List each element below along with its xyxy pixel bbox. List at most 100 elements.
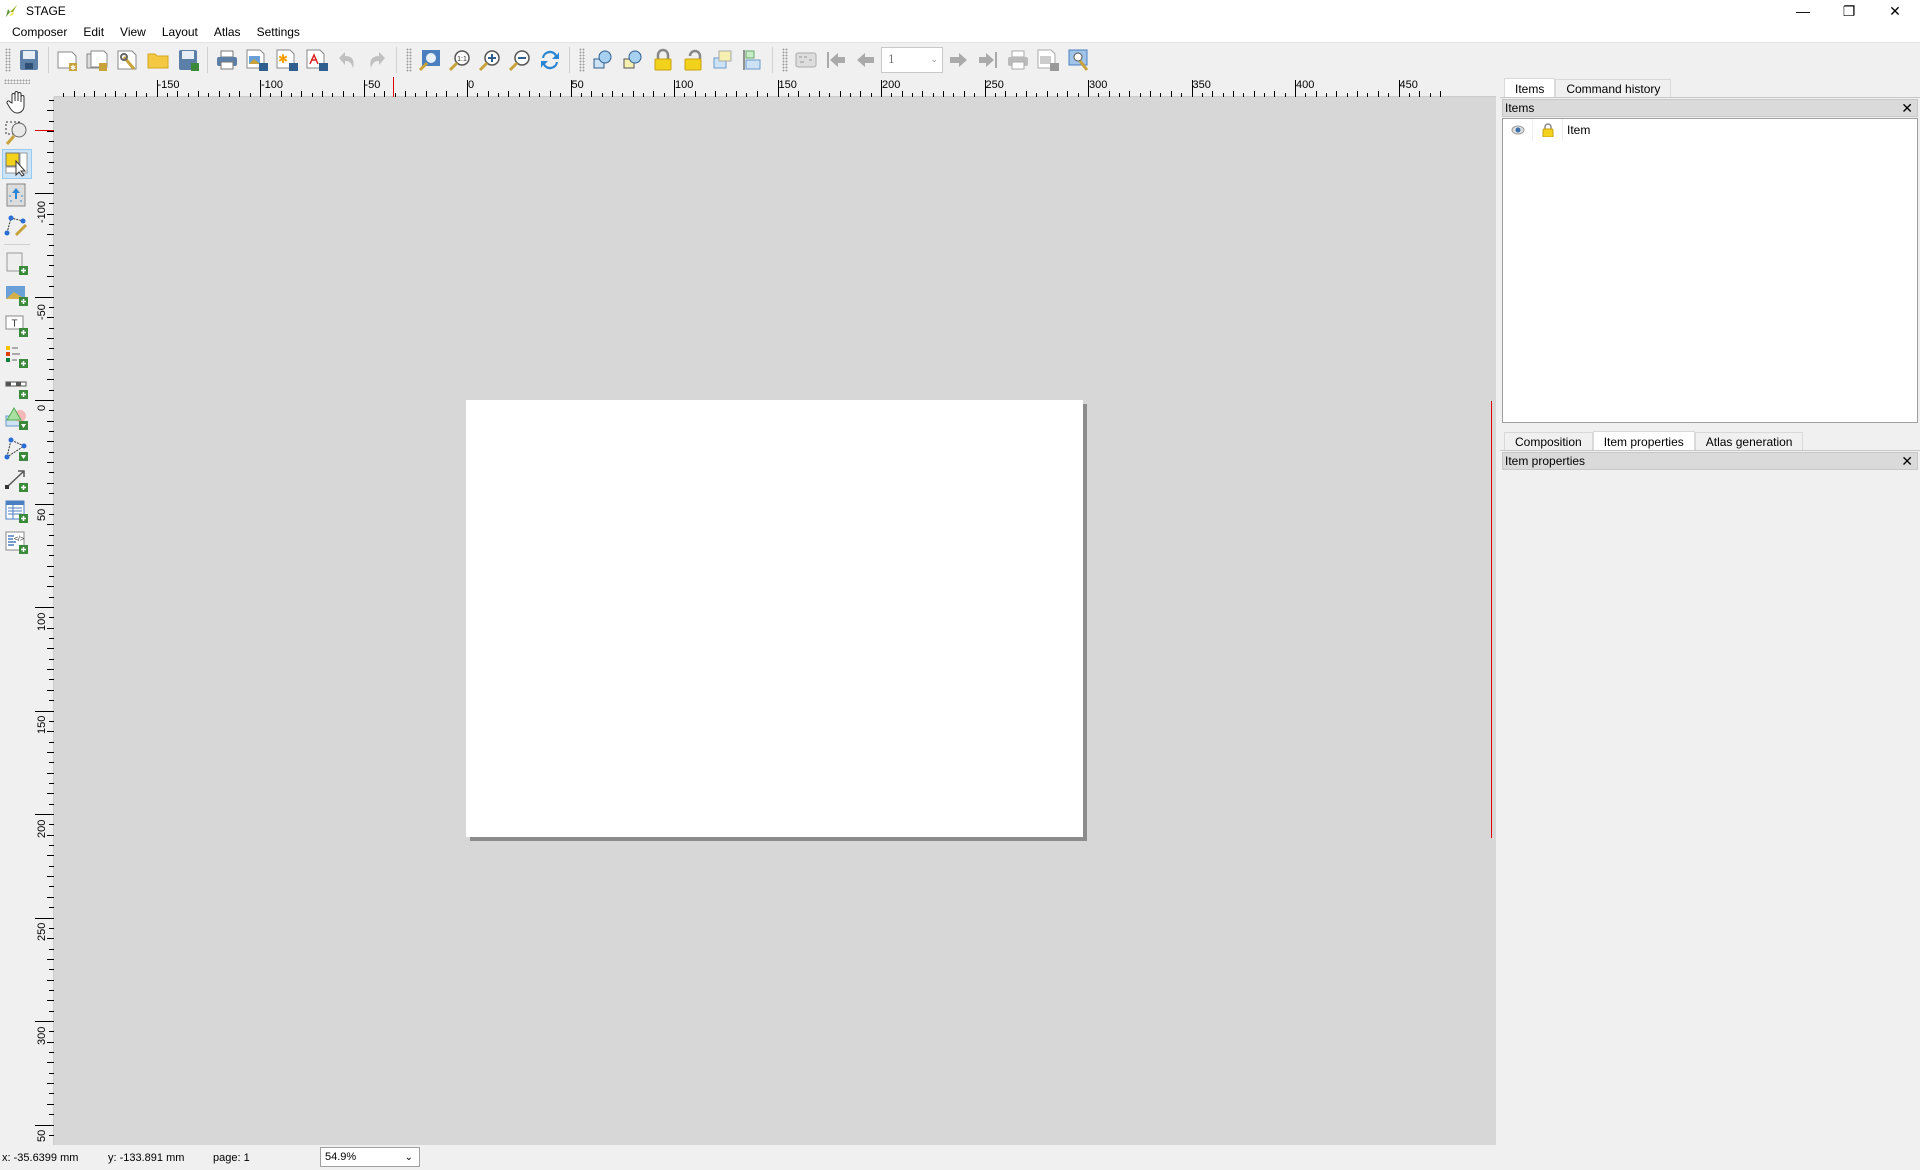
atlas-print-button[interactable] xyxy=(1003,45,1033,75)
edit-nodes-button[interactable] xyxy=(2,211,32,241)
toolbar-grip[interactable] xyxy=(579,47,585,72)
items-tab-bar: Items Command history xyxy=(1500,78,1920,98)
add-attribute-table-button[interactable] xyxy=(2,496,32,526)
atlas-next-button[interactable] xyxy=(943,45,973,75)
eye-icon xyxy=(1511,125,1524,135)
folder-icon xyxy=(147,53,169,68)
export-image-button[interactable] xyxy=(242,45,272,75)
tab-command-history[interactable]: Command history xyxy=(1555,79,1672,97)
zoom-in-button[interactable] xyxy=(475,45,505,75)
atlas-previous-button[interactable] xyxy=(851,45,881,75)
ruler-tick xyxy=(47,793,54,795)
ruler-tick xyxy=(35,503,54,505)
ruler-label: 250 xyxy=(36,922,48,941)
lock-items-button[interactable] xyxy=(648,45,678,75)
export-pdf-button[interactable] xyxy=(302,45,332,75)
composition-page[interactable] xyxy=(466,400,1083,837)
ruler-label: 350 xyxy=(1192,79,1211,91)
ruler-label: 300 xyxy=(36,1026,48,1045)
new-composer-button[interactable]: ✱ xyxy=(53,45,83,75)
export-svg-icon: ✱ xyxy=(276,49,298,71)
status-bar: x: -35.6399 mm y: -133.891 mm page: 1 54… xyxy=(0,1145,1920,1170)
add-table-icon xyxy=(5,500,28,523)
ruler-label: 0 xyxy=(468,79,475,91)
save-as-template-button[interactable] xyxy=(173,45,203,75)
atlas-page-combo[interactable]: 1 ⌄ xyxy=(881,46,943,73)
menu-view[interactable]: View xyxy=(112,22,154,42)
undo-button[interactable] xyxy=(332,45,362,75)
ungroup-items-button[interactable] xyxy=(618,45,648,75)
add-shape-icon xyxy=(5,407,28,430)
select-move-item-button[interactable] xyxy=(2,149,32,179)
composer-canvas[interactable] xyxy=(54,97,1496,1145)
atlas-settings-button[interactable] xyxy=(1063,45,1093,75)
tab-items[interactable]: Items xyxy=(1504,78,1556,97)
save-project-button[interactable] xyxy=(14,45,44,75)
add-shape-button[interactable] xyxy=(2,403,32,433)
zoom-full-button[interactable] xyxy=(415,45,445,75)
toolbar-grip[interactable] xyxy=(4,79,30,84)
menu-layout[interactable]: Layout xyxy=(154,22,206,42)
right-dock: Items Command history Items ✕ Item Compo… xyxy=(1500,77,1920,1145)
ruler-tick xyxy=(47,482,54,484)
zoom-level-combo[interactable]: 54.9% ⌄ xyxy=(320,1147,420,1167)
zoom-tool-button[interactable] xyxy=(2,118,32,148)
add-legend-button[interactable] xyxy=(2,341,32,371)
tab-composition[interactable]: Composition xyxy=(1504,432,1593,450)
items-list: Item xyxy=(1502,118,1918,423)
unlock-items-button[interactable] xyxy=(678,45,708,75)
tab-item-properties[interactable]: Item properties xyxy=(1592,431,1695,450)
zoom-full-icon xyxy=(418,49,440,71)
composer-manager-button[interactable] xyxy=(113,45,143,75)
list-item[interactable]: Item xyxy=(1503,119,1917,141)
close-icon[interactable]: ✕ xyxy=(1901,100,1913,117)
redo-button[interactable] xyxy=(362,45,392,75)
toolbar-grip[interactable] xyxy=(782,47,788,72)
zoom-actual-button[interactable]: 1:1 xyxy=(445,45,475,75)
add-html-frame-button[interactable]: </> xyxy=(2,527,32,557)
add-arrow-button[interactable] xyxy=(2,465,32,495)
ruler-tick xyxy=(47,317,54,319)
add-scalebar-button[interactable] xyxy=(2,372,32,402)
vertical-ruler[interactable]: -100 -50 0 50 100 150 200 250 300 50 xyxy=(35,97,54,1145)
align-items-button[interactable] xyxy=(738,45,768,75)
open-template-button[interactable] xyxy=(143,45,173,75)
move-item-content-button[interactable] xyxy=(2,180,32,210)
atlas-export-button[interactable] xyxy=(1033,45,1063,75)
menu-composer[interactable]: Composer xyxy=(4,22,75,42)
atlas-first-button[interactable] xyxy=(821,45,851,75)
ruler-tick xyxy=(47,855,54,857)
atlas-preview-button[interactable] xyxy=(791,45,821,75)
toolbar-grip[interactable] xyxy=(406,47,412,72)
raise-items-button[interactable] xyxy=(708,45,738,75)
pan-tool-button[interactable] xyxy=(2,87,32,117)
menu-settings[interactable]: Settings xyxy=(249,22,308,42)
duplicate-composer-button[interactable] xyxy=(83,45,113,75)
add-image-button[interactable] xyxy=(2,279,32,309)
add-map-button[interactable] xyxy=(2,248,32,278)
properties-tab-bar: Composition Item properties Atlas genera… xyxy=(1500,431,1920,451)
toolbar-grip[interactable] xyxy=(5,47,11,72)
atlas-last-button[interactable] xyxy=(973,45,1003,75)
minimize-button[interactable]: — xyxy=(1780,0,1826,22)
menu-atlas[interactable]: Atlas xyxy=(206,22,249,42)
menu-edit[interactable]: Edit xyxy=(75,22,112,42)
refresh-button[interactable] xyxy=(535,45,565,75)
close-button[interactable]: ✕ xyxy=(1872,0,1918,22)
print-button[interactable] xyxy=(212,45,242,75)
add-node-item-button[interactable] xyxy=(2,434,32,464)
tab-atlas-generation[interactable]: Atlas generation xyxy=(1694,432,1804,450)
zoom-out-button[interactable] xyxy=(505,45,535,75)
add-label-button[interactable]: T xyxy=(2,310,32,340)
group-items-button[interactable] xyxy=(588,45,618,75)
cursor-x-readout: x: -35.6399 mm xyxy=(2,1151,79,1164)
ruler-label: 100 xyxy=(36,612,48,631)
horizontal-ruler[interactable]: -150 -100 -50 0 50 100 150 200 250 300 350 400 450 xyxy=(54,77,1496,97)
export-svg-button[interactable]: ✱ xyxy=(272,45,302,75)
lock-toggle[interactable] xyxy=(1533,119,1563,141)
restore-button[interactable]: ❐ xyxy=(1826,0,1872,22)
close-icon[interactable]: ✕ xyxy=(1901,453,1913,470)
visibility-toggle[interactable] xyxy=(1503,119,1533,141)
cursor-y-readout: y: -133.891 mm xyxy=(108,1151,185,1164)
svg-text:T: T xyxy=(11,319,17,330)
